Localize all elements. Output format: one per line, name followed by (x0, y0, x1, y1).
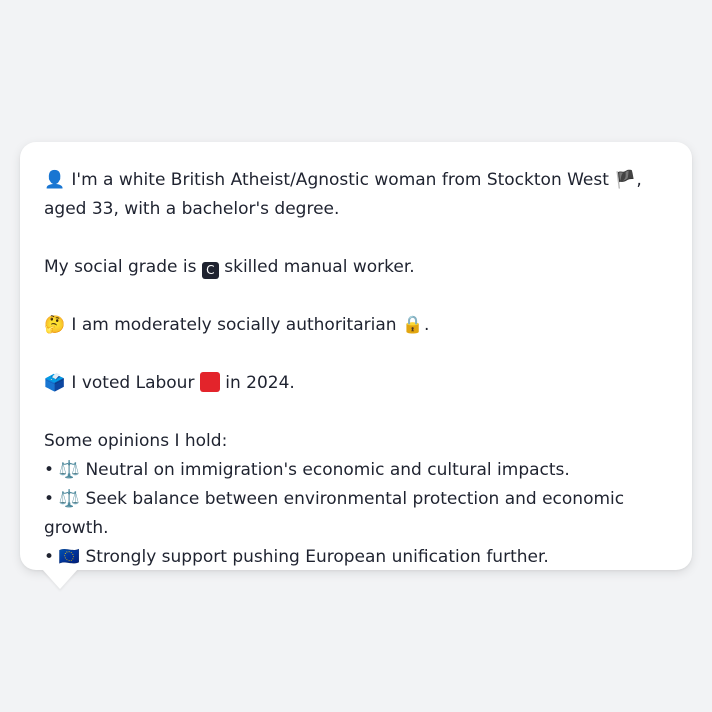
england-flag-icon: 🏴 (614, 170, 636, 190)
opinion-text: Strongly support pushing European unific… (85, 547, 549, 567)
authoritarian-line: 🤔 I am moderately socially authoritarian… (44, 311, 668, 340)
bubble-tail (42, 569, 78, 589)
opinions-heading: Some opinions I hold: (44, 431, 228, 451)
thinking-face-icon: 🤔 (44, 315, 66, 335)
ballot-box-icon: 🗳️ (44, 373, 66, 393)
social-grade-line: My social grade is C skilled manual work… (44, 253, 668, 282)
intro-line: 👤 I'm a white British Atheist/Agnostic w… (44, 166, 668, 224)
authoritarian-text: I am moderately socially authoritarian (71, 315, 397, 335)
social-grade-suffix: skilled manual worker. (224, 257, 415, 277)
grade-c-badge-icon: C (201, 262, 219, 279)
labour-red-square-icon (199, 372, 220, 392)
vote-line: 🗳️ I voted Labour in 2024. (44, 369, 668, 398)
bullet: • (44, 547, 55, 567)
authoritarian-end: . (423, 315, 430, 335)
list-item: • ⚖️ Seek balance between environmental p… (44, 485, 668, 543)
balance-scale-icon: ⚖️ (58, 460, 80, 480)
vote-suffix: in 2024. (225, 373, 295, 393)
social-grade-prefix: My social grade is (44, 257, 197, 277)
chat-bubble: 👤 I'm a white British Atheist/Agnostic w… (20, 142, 692, 589)
bullet: • (44, 460, 55, 480)
lock-icon: 🔒 (402, 315, 424, 335)
bullet: • (44, 489, 55, 509)
person-icon: 👤 (44, 170, 66, 190)
opinion-text: Neutral on immigration's economic and cu… (85, 460, 570, 480)
list-item: • ⚖️ Neutral on immigration's economic an… (44, 456, 668, 485)
intro-text: I'm a white British Atheist/Agnostic wom… (71, 170, 609, 190)
balance-scale-icon: ⚖️ (58, 489, 80, 509)
eu-flag-icon: 🇪🇺 (58, 547, 80, 567)
vote-prefix: I voted Labour (71, 373, 195, 393)
list-item: • 🇪🇺 Strongly support pushing European un… (44, 543, 668, 572)
opinion-text: Seek balance between environmental prote… (44, 489, 625, 538)
